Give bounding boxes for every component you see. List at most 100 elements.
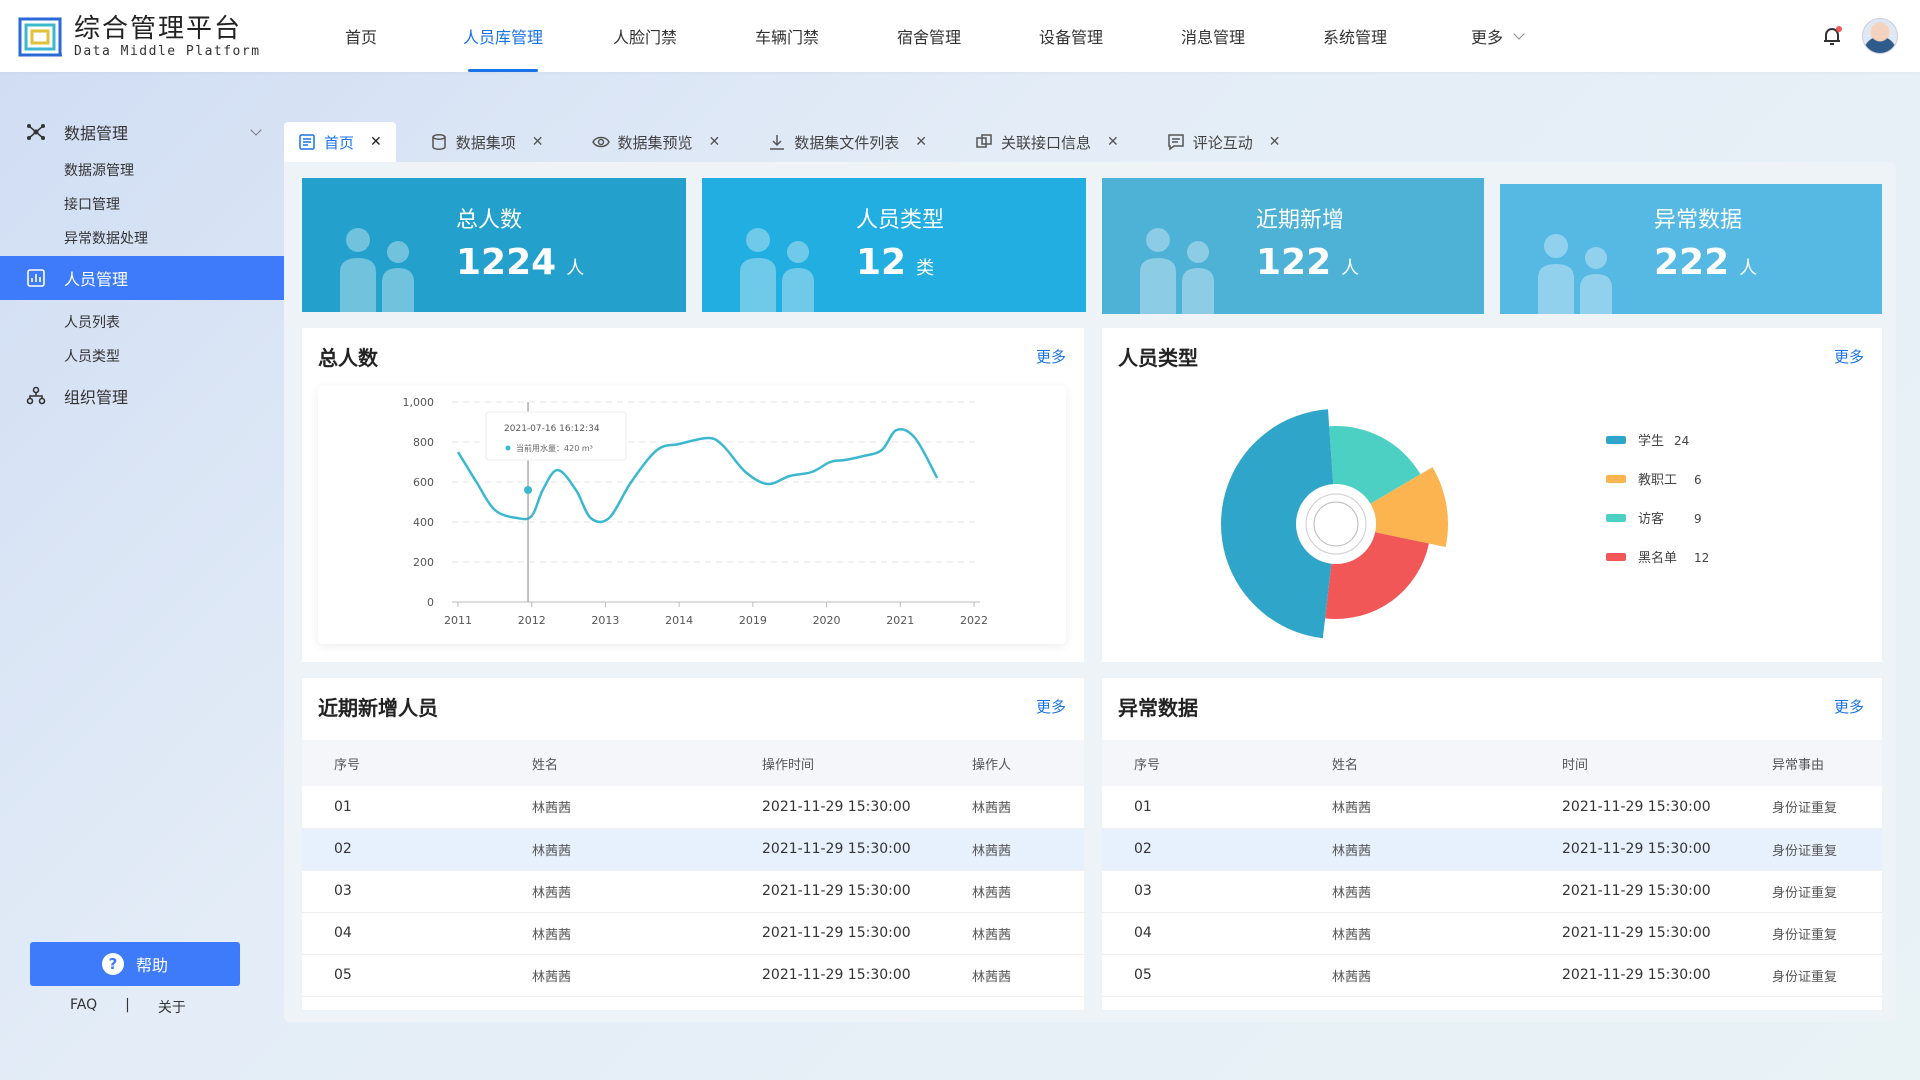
column-header[interactable]: 序号 xyxy=(1102,740,1332,786)
user-avatar[interactable] xyxy=(1862,18,1898,54)
tab-home[interactable]: 首页 ✕ xyxy=(284,122,396,162)
table-cell: 林茜茜 xyxy=(972,870,1084,913)
column-header[interactable]: 时间 xyxy=(1562,740,1772,786)
column-header[interactable]: 操作时间 xyxy=(762,740,972,786)
table-cell: 02 xyxy=(1102,828,1332,871)
table-row[interactable]: 03 林茜茜 2021-11-29 15:30:00 林茜茜 xyxy=(302,870,1084,913)
tab-dataset-items[interactable]: 数据集项 ✕ xyxy=(416,122,558,162)
x-tick-label: 2020 xyxy=(813,614,841,627)
column-header[interactable]: 异常事由 xyxy=(1772,740,1882,786)
column-header[interactable]: 序号 xyxy=(302,740,532,786)
more-link[interactable]: 更多 xyxy=(1036,346,1066,367)
table-cell: 01 xyxy=(1102,786,1332,829)
table-cell: 林茜茜 xyxy=(972,828,1084,871)
bell-icon[interactable] xyxy=(1820,24,1844,48)
nav-face-access[interactable]: 人脸门禁 xyxy=(574,0,716,72)
stat-value: 222 xyxy=(1654,242,1730,283)
stat-card-abnormal[interactable]: 异常数据 222 人 xyxy=(1500,184,1882,314)
y-tick-label: 200 xyxy=(413,556,434,569)
column-header[interactable]: 姓名 xyxy=(1332,740,1562,786)
top-header: 综合管理平台 Data Middle Platform 首页 人员库管理 人脸门… xyxy=(0,0,1920,72)
pie-chart-panel: 人员类型 更多 学生 24 教职工 6 访客 9 黑名单 12 xyxy=(1102,328,1882,662)
header-actions xyxy=(1820,18,1898,54)
table-cell: 林茜茜 xyxy=(1332,786,1562,829)
sidebar-group-personnel[interactable]: 人员管理 xyxy=(0,256,284,300)
nav-dormitory[interactable]: 宿舍管理 xyxy=(858,0,1000,72)
about-link[interactable]: 关于 xyxy=(158,997,186,1017)
sidebar-item-abnormal-data[interactable]: 异常数据处理 xyxy=(0,222,284,256)
tab-linked-interfaces[interactable]: 关联接口信息 ✕ xyxy=(961,122,1133,162)
table-row[interactable]: 05 林茜茜 2021-11-29 15:30:00 林茜茜 xyxy=(302,954,1084,997)
panel-title: 异常数据 xyxy=(1118,696,1198,720)
stat-card-types[interactable]: 人员类型 12 类 xyxy=(702,178,1086,312)
stat-card-recent[interactable]: 近期新增 122 人 xyxy=(1102,178,1484,314)
faq-link[interactable]: FAQ xyxy=(70,997,97,1017)
nav-more-label: 更多 xyxy=(1470,28,1503,47)
table-cell: 林茜茜 xyxy=(1332,954,1562,997)
stat-unit: 人 xyxy=(1739,258,1758,279)
tab-label: 关联接口信息 xyxy=(1001,133,1092,152)
table-row[interactable]: 01 林茜茜 2021-11-29 15:30:00 身份证重复 xyxy=(1102,786,1882,829)
panel-title: 近期新增人员 xyxy=(318,696,438,720)
table-cell: 03 xyxy=(302,870,532,913)
nav-system[interactable]: 系统管理 xyxy=(1284,0,1426,72)
sidebar-item-datasource[interactable]: 数据源管理 xyxy=(0,154,284,188)
nav-home[interactable]: 首页 xyxy=(290,0,432,72)
chevron-down-icon xyxy=(250,124,262,136)
table-cell: 05 xyxy=(302,954,532,997)
main-content: 总人数 1224 人 人员类型 12 类 近期新增 122 人 异常数据 222 人 总… xyxy=(284,162,1896,1022)
close-icon[interactable]: ✕ xyxy=(532,134,544,150)
tab-dataset-preview[interactable]: 数据集预览 ✕ xyxy=(578,122,735,162)
table-row[interactable]: 01 林茜茜 2021-11-29 15:30:00 林茜茜 xyxy=(302,786,1084,829)
database-icon xyxy=(432,134,446,150)
recent-personnel-table: 序号 姓名 操作时间 操作人 01 林茜茜 2021-11-29 15:30:00 林… xyxy=(302,740,1084,997)
legend-value: 9 xyxy=(1694,512,1702,526)
sidebar-item-personnel-type[interactable]: 人员类型 xyxy=(0,340,284,374)
tab-dataset-files[interactable]: 数据集文件列表 ✕ xyxy=(754,122,941,162)
nav-message[interactable]: 消息管理 xyxy=(1142,0,1284,72)
stat-card-total[interactable]: 总人数 1224 人 xyxy=(302,178,686,312)
tab-label: 评论互动 xyxy=(1192,133,1253,152)
close-icon[interactable]: ✕ xyxy=(370,134,382,150)
footer-links: FAQ | 关于 xyxy=(70,997,214,1017)
logo-icon xyxy=(18,17,62,57)
pie-chart: 学生 24 教职工 6 访客 9 黑名单 12 xyxy=(1221,409,1709,639)
comment-icon xyxy=(1168,134,1184,151)
line-chart-panel: 总人数 更多 0 200 400 600 800 1,000 2011 2012 2013 201… xyxy=(302,328,1084,662)
nav-device[interactable]: 设备管理 xyxy=(1000,0,1142,72)
sidebar-item-personnel-list[interactable]: 人员列表 xyxy=(0,306,284,340)
table-cell: 林茜茜 xyxy=(532,912,762,955)
y-tick-label: 0 xyxy=(427,596,434,609)
table-row[interactable]: 02 林茜茜 2021-11-29 15:30:00 林茜茜 xyxy=(302,828,1084,871)
more-link[interactable]: 更多 xyxy=(1036,696,1066,717)
column-header[interactable]: 操作人 xyxy=(972,740,1084,786)
table-row[interactable]: 04 林茜茜 2021-11-29 15:30:00 身份证重复 xyxy=(1102,912,1882,955)
table-cell: 2021-11-29 15:30:00 xyxy=(1562,786,1772,829)
sidebar-item-interface[interactable]: 接口管理 xyxy=(0,188,284,222)
table-row[interactable]: 03 林茜茜 2021-11-29 15:30:00 身份证重复 xyxy=(1102,870,1882,913)
stat-title: 近期新增 xyxy=(1256,208,1345,233)
brand-logo[interactable]: 综合管理平台 Data Middle Platform xyxy=(18,14,261,60)
table-row[interactable]: 02 林茜茜 2021-11-29 15:30:00 身份证重复 xyxy=(1102,828,1882,871)
chart-card: 0 200 400 600 800 1,000 2011 2012 2013 2014 2019 20… xyxy=(318,386,1066,644)
x-tick-label: 2019 xyxy=(739,614,767,627)
sidebar-group-organization[interactable]: 组织管理 xyxy=(0,374,284,418)
close-icon[interactable]: ✕ xyxy=(1269,134,1281,150)
table-cell: 2021-11-29 15:30:00 xyxy=(762,912,972,955)
sidebar-group-data-management[interactable]: 数据管理 xyxy=(0,110,284,154)
table-cell: 林茜茜 xyxy=(972,786,1084,829)
close-icon[interactable]: ✕ xyxy=(1107,134,1119,150)
close-icon[interactable]: ✕ xyxy=(709,134,721,150)
recent-personnel-panel: 近期新增人员 更多 序号 姓名 操作时间 操作人 01 林茜茜 2021-11-29… xyxy=(302,678,1084,1010)
help-button[interactable]: ? 帮助 xyxy=(30,942,240,986)
tab-comments[interactable]: 评论互动 ✕ xyxy=(1153,122,1295,162)
column-header[interactable]: 姓名 xyxy=(532,740,762,786)
table-row[interactable]: 05 林茜茜 2021-11-29 15:30:00 身份证重复 xyxy=(1102,954,1882,997)
nav-vehicle-access[interactable]: 车辆门禁 xyxy=(716,0,858,72)
close-icon[interactable]: ✕ xyxy=(915,134,927,150)
more-link[interactable]: 更多 xyxy=(1834,696,1864,717)
nav-more[interactable]: 更多 xyxy=(1426,0,1568,72)
table-row[interactable]: 04 林茜茜 2021-11-29 15:30:00 林茜茜 xyxy=(302,912,1084,955)
nav-personnel-library[interactable]: 人员库管理 xyxy=(432,0,574,72)
tab-label: 首页 xyxy=(324,133,355,152)
